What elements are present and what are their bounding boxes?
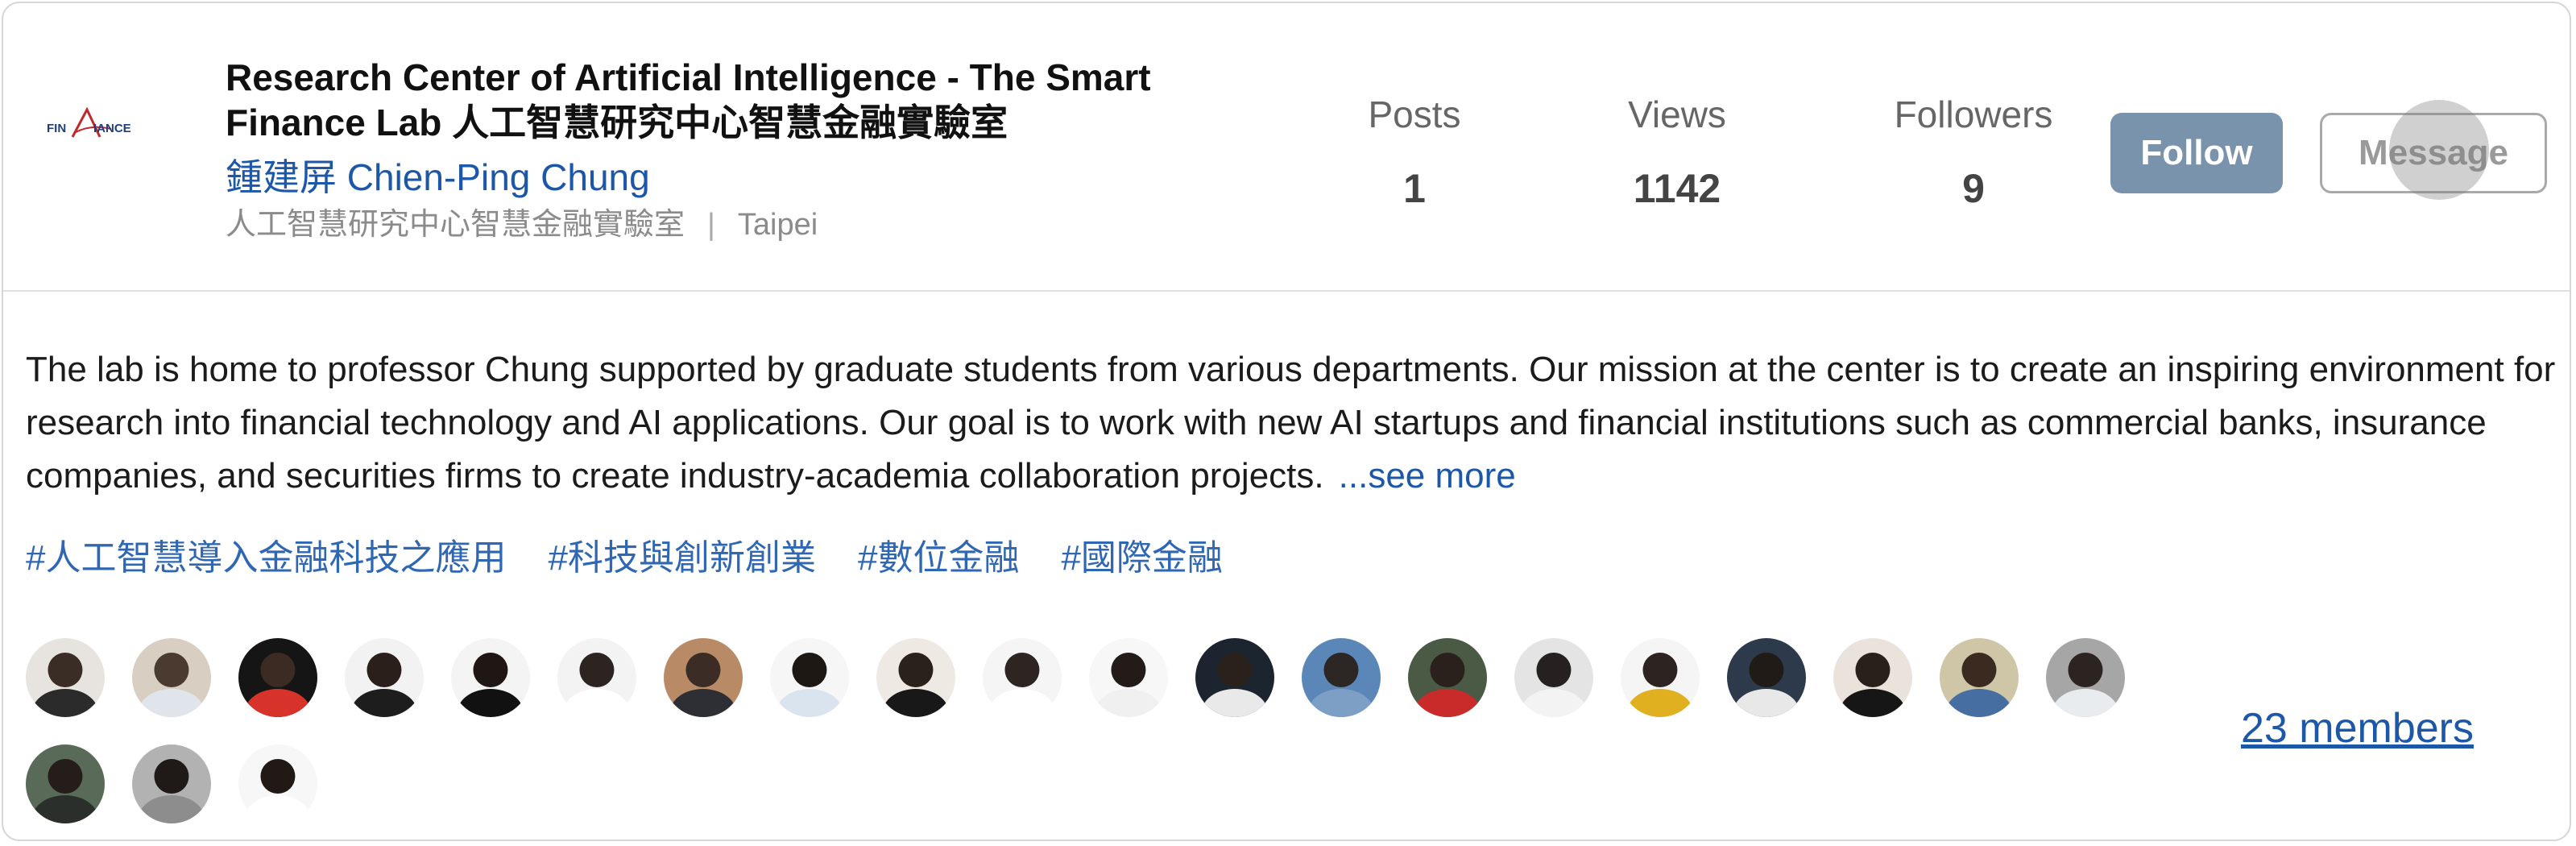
stat-label: Views — [1628, 93, 1726, 135]
avatar[interactable] — [345, 638, 424, 717]
avatar[interactable] — [132, 744, 211, 823]
avatar-row — [26, 638, 2168, 717]
members-link[interactable]: 23 members — [2241, 703, 2474, 754]
tag-list: #人工智慧導入金融科技之應用 #科技與創新創業 #數位金融 #國際金融 — [26, 532, 1223, 585]
avatar[interactable] — [1621, 638, 1700, 717]
lab-logo: FIN IANCE — [43, 100, 140, 148]
avatar[interactable] — [876, 638, 955, 717]
avatar[interactable] — [451, 638, 530, 717]
tag-link[interactable]: #人工智慧導入金融科技之應用 — [26, 532, 506, 585]
avatar[interactable] — [1833, 638, 1912, 717]
subtitle-separator: | — [707, 208, 715, 242]
tag-link[interactable]: #科技與創新創業 — [548, 532, 815, 585]
avatar[interactable] — [26, 744, 105, 823]
avatar[interactable] — [1514, 638, 1593, 717]
avatar[interactable] — [1727, 638, 1806, 717]
avatar[interactable] — [664, 638, 743, 717]
avatar[interactable] — [1089, 638, 1168, 717]
location-text: Taipei — [737, 208, 818, 242]
cursor-indicator — [2389, 100, 2489, 200]
avatar-row — [26, 744, 2168, 823]
tag-link[interactable]: #國際金融 — [1061, 532, 1222, 585]
stat-label: Followers — [1894, 93, 2053, 135]
avatar[interactable] — [557, 638, 636, 717]
description-text: The lab is home to professor Chung suppo… — [26, 350, 2556, 496]
avatar[interactable] — [983, 638, 1062, 717]
lab-profile-card: FIN IANCE Research Center of Artificial … — [2, 2, 2571, 841]
department-text: 人工智慧研究中心智慧金融實驗室 — [226, 208, 685, 242]
stat-posts: Posts 1 — [1310, 90, 1519, 213]
avatar[interactable] — [1408, 638, 1487, 717]
svg-text:FIN: FIN — [47, 122, 66, 135]
follow-button[interactable]: Follow — [2110, 113, 2283, 193]
avatar[interactable] — [238, 638, 317, 717]
svg-text:IANCE: IANCE — [93, 122, 131, 135]
page-title: Research Center of Artificial Intelligen… — [226, 56, 1151, 143]
header-divider — [3, 290, 2570, 292]
see-more-link[interactable]: ...see more — [1339, 456, 1516, 496]
avatar[interactable] — [1940, 638, 2019, 717]
avatar[interactable] — [26, 638, 105, 717]
stat-label: Posts — [1368, 93, 1461, 135]
avatar[interactable] — [238, 744, 317, 823]
stat-value: 9 — [1962, 166, 1985, 211]
profile-header: FIN IANCE Research Center of Artificial … — [3, 3, 2570, 290]
avatar[interactable] — [2046, 638, 2125, 717]
stat-value: 1 — [1403, 166, 1426, 211]
avatar[interactable] — [1195, 638, 1274, 717]
tag-link[interactable]: #數位金融 — [858, 532, 1019, 585]
finalliance-logo-icon: FIN IANCE — [47, 106, 131, 138]
avatar[interactable] — [770, 638, 849, 717]
avatar[interactable] — [1302, 638, 1381, 717]
owner-name-link[interactable]: 鍾建屏 Chien-Ping Chung — [226, 155, 650, 200]
stat-value: 1142 — [1633, 166, 1721, 211]
stat-followers: Followers 9 — [1869, 90, 2078, 213]
lab-description: The lab is home to professor Chung suppo… — [26, 343, 2563, 503]
member-avatars — [26, 638, 2168, 840]
stat-views: Views 1142 — [1572, 90, 1782, 213]
avatar[interactable] — [132, 638, 211, 717]
org-subtitle: 人工智慧研究中心智慧金融實驗室 | Taipei — [226, 205, 818, 245]
